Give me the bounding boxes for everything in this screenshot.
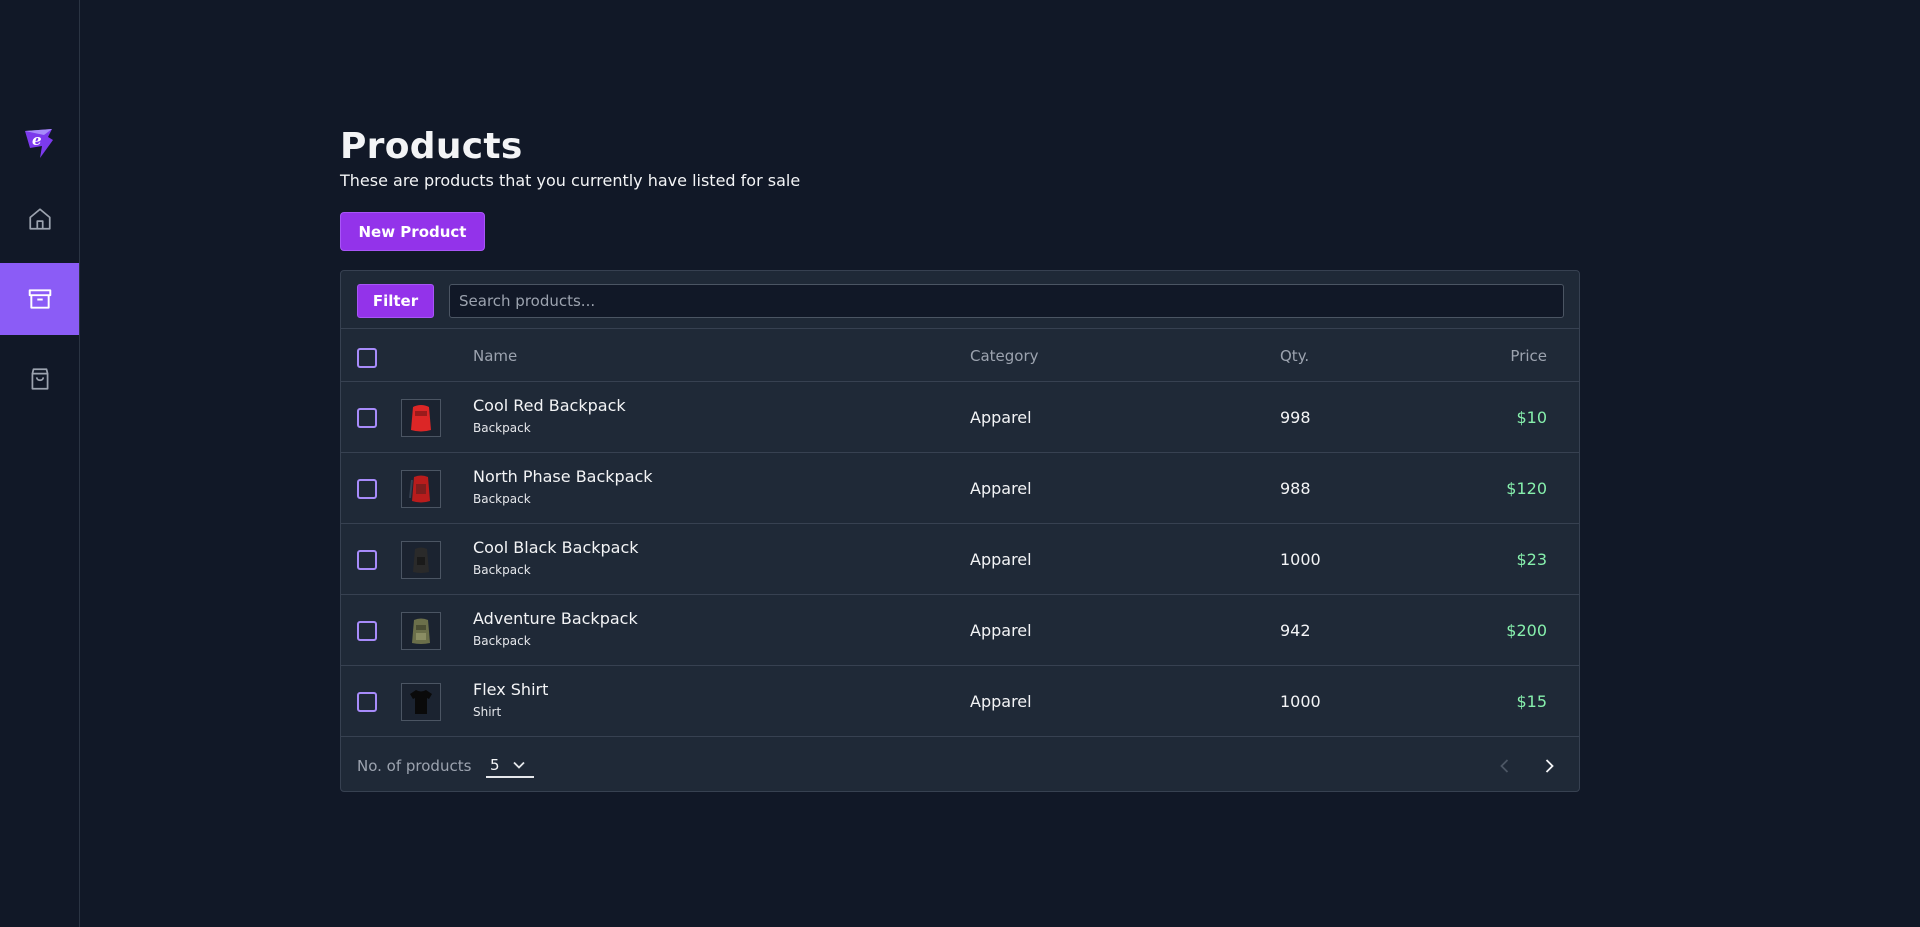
chevron-down-icon	[512, 761, 525, 769]
product-price: $10	[1516, 408, 1547, 427]
row-checkbox[interactable]	[357, 692, 377, 712]
row-checkbox[interactable]	[357, 550, 377, 570]
product-category: Apparel	[970, 408, 1032, 427]
table-row[interactable]: Cool Red Backpack Backpack Apparel 998 $…	[341, 382, 1579, 453]
per-page-value: 5	[490, 756, 500, 774]
row-checkbox[interactable]	[357, 479, 377, 499]
page-subtitle: These are products that you currently ha…	[340, 171, 801, 190]
brand-logo-icon[interactable]: e	[22, 126, 56, 160]
product-thumbnail	[401, 541, 441, 579]
table-footer: No. of products 5	[341, 738, 1579, 791]
product-category: Apparel	[970, 621, 1032, 640]
product-qty: 942	[1280, 621, 1311, 640]
product-category: Apparel	[970, 479, 1032, 498]
product-qty: 1000	[1280, 550, 1321, 569]
product-thumbnail	[401, 612, 441, 650]
product-type: Backpack	[473, 563, 531, 577]
sidebar-item-products[interactable]	[0, 263, 79, 335]
product-price: $120	[1506, 479, 1547, 498]
product-name: Cool Black Backpack	[473, 538, 639, 557]
archive-box-icon	[28, 289, 51, 309]
product-category: Apparel	[970, 550, 1032, 569]
search-input[interactable]	[449, 284, 1564, 318]
table-toolbar: Filter	[341, 271, 1579, 329]
product-qty: 998	[1280, 408, 1311, 427]
product-category: Apparel	[970, 692, 1032, 711]
shopping-bag-icon	[31, 368, 48, 390]
chevron-right-icon[interactable]	[1539, 756, 1559, 776]
product-thumbnail	[401, 470, 441, 508]
column-header-price[interactable]: Price	[1510, 347, 1547, 365]
svg-text:e: e	[32, 131, 42, 149]
table-header: Name Category Qty. Price	[341, 329, 1579, 382]
product-thumbnail	[401, 399, 441, 437]
row-checkbox[interactable]	[357, 621, 377, 641]
column-header-category[interactable]: Category	[970, 347, 1039, 365]
product-type: Backpack	[473, 634, 531, 648]
table-row[interactable]: Flex Shirt Shirt Apparel 1000 $15	[341, 666, 1579, 737]
product-thumbnail	[401, 683, 441, 721]
per-page-select[interactable]: 5	[486, 754, 534, 778]
product-name: Flex Shirt	[473, 680, 549, 699]
product-type: Shirt	[473, 705, 502, 719]
per-page-label: No. of products	[357, 757, 472, 775]
product-type: Backpack	[473, 492, 531, 506]
product-qty: 1000	[1280, 692, 1321, 711]
row-checkbox[interactable]	[357, 408, 377, 428]
product-qty: 988	[1280, 479, 1311, 498]
product-name: Adventure Backpack	[473, 609, 638, 628]
sidebar-item-home[interactable]	[0, 183, 79, 255]
product-price: $23	[1516, 550, 1547, 569]
sidebar-item-orders[interactable]	[0, 343, 79, 415]
product-price: $15	[1516, 692, 1547, 711]
select-all-checkbox[interactable]	[357, 348, 377, 368]
column-header-name[interactable]: Name	[473, 347, 517, 365]
sidebar: e	[0, 0, 80, 927]
filter-button[interactable]: Filter	[357, 284, 434, 318]
table-row[interactable]: Adventure Backpack Backpack Apparel 942 …	[341, 595, 1579, 666]
product-type: Backpack	[473, 421, 531, 435]
new-product-button[interactable]: New Product	[340, 212, 485, 251]
table-row[interactable]: North Phase Backpack Backpack Apparel 98…	[341, 453, 1579, 524]
product-name: Cool Red Backpack	[473, 396, 626, 415]
column-header-qty[interactable]: Qty.	[1280, 347, 1309, 365]
table-row[interactable]: Cool Black Backpack Backpack Apparel 100…	[341, 524, 1579, 595]
products-table-card: Filter Name Category Qty. Price Cool Red…	[340, 270, 1580, 792]
chevron-left-icon[interactable]	[1495, 756, 1515, 776]
product-name: North Phase Backpack	[473, 467, 653, 486]
home-icon	[28, 208, 51, 230]
page-title: Products	[340, 126, 523, 167]
product-price: $200	[1506, 621, 1547, 640]
